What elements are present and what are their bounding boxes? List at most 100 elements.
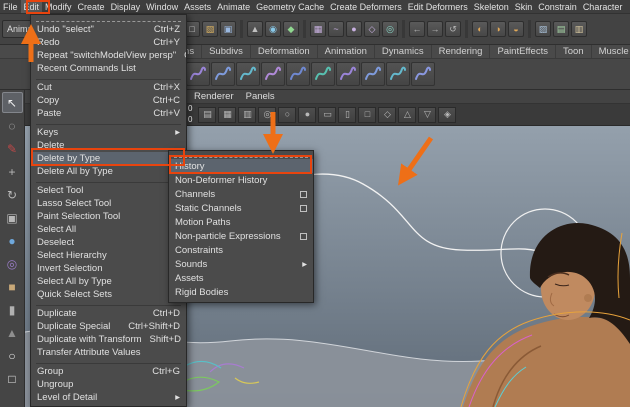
camera-attributes-icon[interactable]: ▥ [238, 107, 256, 123]
submenu-item[interactable]: History ▸ [169, 159, 313, 173]
select-hierarchy-mode-icon[interactable]: ▲ [247, 21, 263, 37]
edit-menu-item[interactable]: Lasso Select Tool ▸ [31, 197, 186, 210]
menubar-item[interactable]: Constrain [535, 0, 580, 14]
cone-primitive-icon[interactable]: ▲ [2, 322, 23, 343]
menubar-item[interactable]: Animate [214, 0, 253, 14]
menubar-item[interactable]: Geometry Cache [253, 0, 327, 14]
outliner-icon[interactable]: ▥ [571, 21, 587, 37]
ipr-render-icon[interactable]: ◑ [490, 21, 506, 37]
menubar-item[interactable]: Edit Deformers [405, 0, 471, 14]
menu-tearoff-handle[interactable] [36, 17, 181, 22]
edit-menu-item[interactable]: Quick Select Sets ▸ [31, 288, 186, 301]
menubar-item[interactable]: Edit [21, 0, 43, 14]
shelf-tab[interactable]: Muscle [592, 45, 630, 58]
image-plane-icon[interactable]: ○ [278, 107, 296, 123]
select-tool-icon[interactable]: ↖ [2, 92, 23, 113]
edit-menu-item[interactable]: Deselect ▸ [31, 236, 186, 249]
edit-menu-item[interactable]: Keys ▸ [31, 126, 186, 139]
edit-menu-item[interactable]: Undo "select" Ctrl+Z ▸ [31, 23, 186, 36]
edit-menu-item[interactable]: Paint Selection Tool ▸ [31, 210, 186, 223]
menubar-item[interactable]: File [0, 0, 21, 14]
panel-menu-item[interactable]: Panels [240, 90, 281, 103]
shelf-tab[interactable]: PaintEffects [490, 45, 556, 58]
hypershade-icon[interactable]: ▨ [535, 21, 551, 37]
move-tool-icon[interactable]: + [2, 161, 23, 182]
edit-menu-item[interactable]: Select Hierarchy ▸ [31, 249, 186, 262]
sine-deformer-icon[interactable] [236, 62, 260, 86]
submenu-item[interactable]: Non-Deformer History ▸ [169, 173, 313, 187]
shelf-tab[interactable]: Subdivs [202, 45, 251, 58]
jiggle-deformer-icon[interactable] [411, 62, 435, 86]
bookmarks-icon[interactable]: ◎ [258, 107, 276, 123]
safe-action-icon[interactable]: △ [398, 107, 416, 123]
wrinkle-deformer-icon[interactable] [361, 62, 385, 86]
menubar-item[interactable]: Create [75, 0, 108, 14]
submenu-item[interactable]: Static Channels ▸ [169, 201, 313, 215]
edit-menu-item[interactable]: Invert Selection ▸ [31, 262, 186, 275]
open-scene-icon[interactable]: ▧ [202, 21, 218, 37]
edit-menu-item[interactable]: Duplicate with Transform Shift+D ▸ [31, 333, 186, 346]
edit-menu-item[interactable]: Select Tool ▸ [31, 184, 186, 197]
edit-menu-item[interactable]: Duplicate Special Ctrl+Shift+D ▸ [31, 320, 186, 333]
scale-tool-icon[interactable]: ▣ [2, 207, 23, 228]
submenu-item[interactable]: Sounds ▸ [169, 257, 313, 271]
resolution-gate-icon[interactable]: □ [358, 107, 376, 123]
menubar-item[interactable]: Assets [181, 0, 214, 14]
film-gate-icon[interactable]: ▯ [338, 107, 356, 123]
output-connections-icon[interactable]: → [427, 21, 443, 37]
twist-deformer-icon[interactable] [286, 62, 310, 86]
cylinder-primitive-icon[interactable]: ▮ [2, 299, 23, 320]
submenu-item[interactable]: Constraints ▸ [169, 243, 313, 257]
edit-menu-item[interactable]: Delete by Type ▸ [31, 152, 186, 165]
edit-menu-item[interactable]: Select All by Type ▸ [31, 275, 186, 288]
torus-primitive-icon[interactable]: ◎ [2, 253, 23, 274]
edit-menu-item[interactable]: Group Ctrl+G ▸ [31, 365, 186, 378]
edit-menu-item[interactable]: Copy Ctrl+C ▸ [31, 94, 186, 107]
render-settings-icon[interactable]: ◒ [508, 21, 524, 37]
render-current-frame-icon[interactable]: ◐ [472, 21, 488, 37]
snap-to-curve-icon[interactable]: ~ [328, 21, 344, 37]
snap-to-point-icon[interactable]: ● [346, 21, 362, 37]
lock-camera-icon[interactable]: ▦ [218, 107, 236, 123]
edit-menu-item[interactable]: Cut Ctrl+X ▸ [31, 81, 186, 94]
paint-select-tool-icon[interactable]: ✎ [2, 138, 23, 159]
submenu-item[interactable]: Rigid Bodies ▸ [169, 285, 313, 299]
edit-menu-item[interactable]: Transfer Attribute Values ▸ [31, 346, 186, 359]
select-component-mode-icon[interactable]: ◆ [283, 21, 299, 37]
rotate-tool-icon[interactable]: ↻ [2, 184, 23, 205]
menubar-item[interactable]: Create Deformers [327, 0, 405, 14]
shelf-tab[interactable]: Dynamics [375, 45, 432, 58]
submenu-item[interactable]: Channels ▸ [169, 187, 313, 201]
shelf-tab[interactable]: Deformation [251, 45, 318, 58]
make-live-icon[interactable]: ◎ [382, 21, 398, 37]
cube-primitive-icon[interactable]: ■ [2, 276, 23, 297]
safe-title-icon[interactable]: ▽ [418, 107, 436, 123]
sphere-primitive-icon[interactable]: ● [2, 230, 23, 251]
edit-menu-item[interactable]: Delete All by Type ▸ [31, 165, 186, 178]
edit-menu-item[interactable]: Repeat "switchModelView persp" G ▸ [31, 49, 186, 62]
save-scene-icon[interactable]: ▣ [220, 21, 236, 37]
submenu-item[interactable]: Assets ▸ [169, 271, 313, 285]
option-box-icon[interactable] [300, 233, 307, 240]
snap-to-plane-icon[interactable]: ◇ [364, 21, 380, 37]
select-camera-icon[interactable]: ▤ [198, 107, 216, 123]
edit-menu-item[interactable]: Redo Ctrl+Y ▸ [31, 36, 186, 49]
shelf-tab[interactable]: Rendering [432, 45, 491, 58]
graph-editor-icon[interactable]: ▤ [553, 21, 569, 37]
submenu-item[interactable]: Non-particle Expressions ▸ [169, 229, 313, 243]
edit-menu-item[interactable]: Delete ▸ [31, 139, 186, 152]
option-box-icon[interactable] [300, 205, 307, 212]
shelf-tab[interactable]: Animation [318, 45, 375, 58]
snap-to-grid-icon[interactable]: ▦ [310, 21, 326, 37]
grid-toggle-icon[interactable]: ▭ [318, 107, 336, 123]
edit-menu-item[interactable]: Level of Detail ▸ [31, 391, 186, 404]
construction-history-icon[interactable]: ↺ [445, 21, 461, 37]
circle-layout-icon[interactable]: ○ [2, 345, 23, 366]
option-box-icon[interactable] [300, 191, 307, 198]
shelf-tab[interactable]: Toon [556, 45, 592, 58]
submenu-item[interactable]: Motion Paths ▸ [169, 215, 313, 229]
edit-menu-item[interactable]: Recent Commands List ▸ [31, 62, 186, 75]
menubar-item[interactable]: Modify [42, 0, 75, 14]
pan-zoom-icon[interactable]: ● [298, 107, 316, 123]
wave-deformer-icon[interactable] [311, 62, 335, 86]
